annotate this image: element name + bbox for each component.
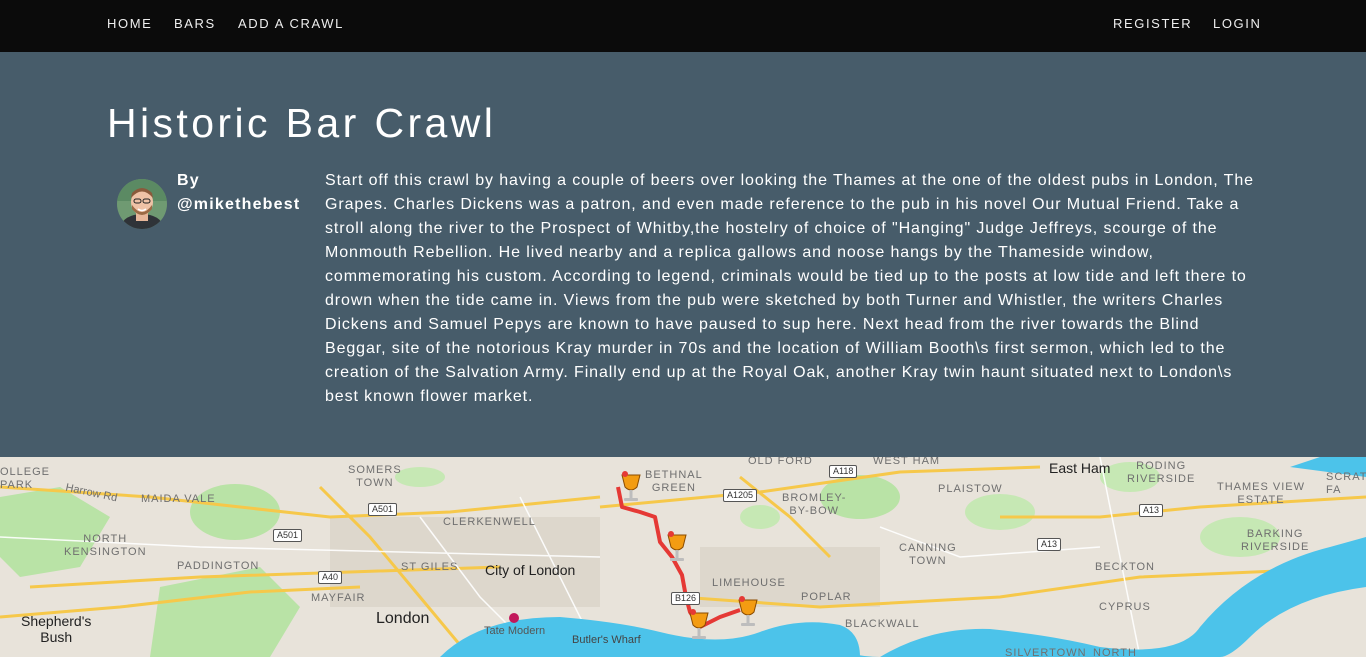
map-label-east-ham: East Ham (1049, 460, 1111, 476)
map-label-college-park: OLLEGE PARK (0, 466, 51, 491)
bar-pin-1[interactable] (617, 469, 645, 503)
map-label-barking-riverside: BARKING RIVERSIDE (1241, 528, 1310, 553)
map-label-mayfair: MAYFAIR (311, 592, 366, 604)
bar-pin-3[interactable] (685, 607, 713, 641)
map-label-north: NORTH (1093, 647, 1137, 657)
map-label-roding-riverside: RODING RIVERSIDE (1127, 460, 1196, 485)
map-label-beckton: BECKTON (1095, 561, 1155, 573)
cocktail-icon (689, 609, 709, 639)
cocktail-icon (667, 531, 687, 561)
map-label-scratch-fa: SCRAT FA (1326, 471, 1366, 496)
map-label-west-ham: WEST HAM (873, 457, 941, 467)
cocktail-icon (621, 471, 641, 501)
cocktail-icon (738, 596, 758, 626)
map-label-clerkenwell: CLERKENWELL (443, 516, 536, 528)
top-navbar: HOME BARS ADD A CRAWL REGISTER LOGIN (0, 0, 1366, 52)
crawl-title: Historic Bar Crawl (107, 100, 497, 146)
road-badge-a13: A13 (1037, 538, 1062, 551)
nav-add-crawl-link[interactable]: ADD A CRAWL (238, 16, 344, 31)
road-badge-a501: A501 (273, 529, 303, 542)
map-label-blackwall: BLACKWALL (845, 618, 920, 630)
crawl-header: Historic Bar Crawl By @mikethebest Start… (0, 52, 1366, 457)
nav-home-link[interactable]: HOME (107, 16, 152, 31)
author-avatar[interactable] (117, 179, 167, 229)
map-label-canning-town: CANNING TOWN (899, 542, 957, 567)
map-label-bethnal-green: BETHNAL GREEN (645, 469, 703, 494)
map-label-poplar: POPLAR (801, 591, 852, 603)
road-badge-a118: A118 (829, 465, 858, 478)
road-badge-a13-east: A13 (1139, 504, 1164, 517)
bar-pin-2[interactable] (663, 529, 691, 563)
road-badge-b126: B126 (671, 592, 701, 605)
nav-login-link[interactable]: LOGIN (1213, 16, 1261, 31)
map-label-st-giles: ST GILES (401, 561, 459, 573)
map-label-limehouse: LIMEHOUSE (712, 577, 786, 589)
map-label-maida-vale: MAIDA VALE (141, 493, 216, 505)
map-label-tate-modern: Tate Modern (484, 625, 546, 637)
crawl-route-map[interactable]: OLLEGE PARK MAIDA VALE Harrow Rd NORTH K… (0, 457, 1366, 657)
map-label-london: London (376, 610, 430, 627)
map-label-city-of-london: City of London (485, 562, 576, 578)
road-badge-a40: A40 (318, 571, 343, 584)
road-badge-a501-top: A501 (368, 503, 398, 516)
map-label-silvertown: SILVERTOWN (1005, 647, 1087, 657)
map-label-old-ford: OLD FORD (748, 457, 813, 467)
map-label-thames-view-estate: THAMES VIEW ESTATE (1217, 481, 1306, 506)
nav-bars-link[interactable]: BARS (174, 16, 216, 31)
museum-icon (509, 613, 519, 623)
map-label-plaistow: PLAISTOW (938, 483, 1003, 495)
map-label-north-kensington: NORTH KENSINGTON (64, 533, 147, 558)
nav-register-link[interactable]: REGISTER (1113, 16, 1192, 31)
map-label-bromley-by-bow: BROMLEY- BY-BOW (782, 492, 847, 517)
author-by-label: By (177, 172, 200, 189)
map-label-cyprus: CYPRUS (1099, 601, 1151, 613)
road-badge-a1205: A1205 (723, 489, 758, 502)
crawl-description: Start off this crawl by having a couple … (325, 172, 1254, 405)
bar-pin-4[interactable] (734, 594, 762, 628)
author-handle-link[interactable]: @mikethebest (177, 196, 300, 214)
map-label-shepherds-bush: Shepherd's Bush (21, 613, 92, 645)
map-label-paddington: PADDINGTON (177, 560, 260, 572)
map-label-somers-town: SOMERS TOWN (348, 464, 402, 489)
map-label-butlers-wharf: Butler's Wharf (572, 634, 641, 646)
